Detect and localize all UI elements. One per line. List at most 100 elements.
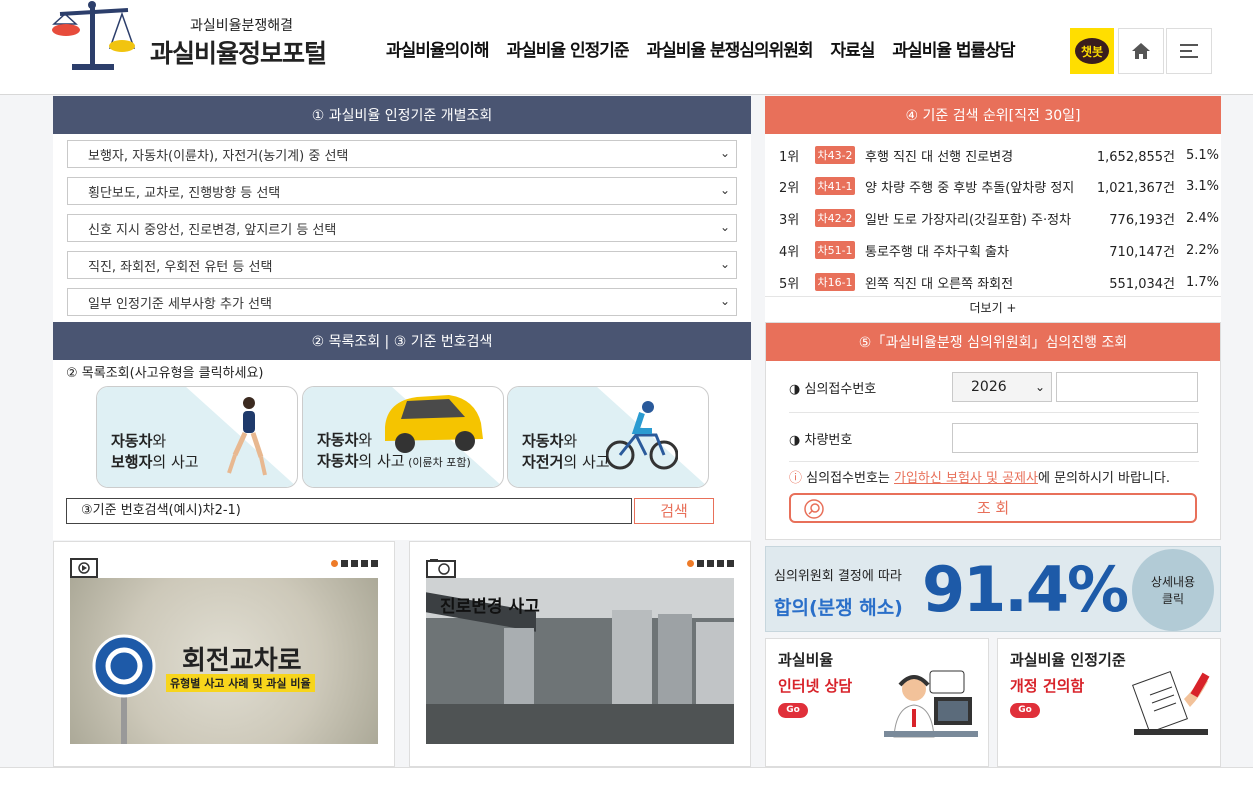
select-party-label: 보행자, 자동차(이륜차), 자전거(농기계) 중 선택 xyxy=(88,148,349,164)
revision-go-button[interactable]: Go xyxy=(1010,703,1040,718)
search-icon xyxy=(804,499,824,519)
ranking-row[interactable]: 4위 차51-1 통로주행 대 주차구획 출차 710,147건 2.2% xyxy=(779,235,1219,265)
consult-line2: 인터넷 상담 xyxy=(778,677,853,695)
consult-go-button[interactable]: Go xyxy=(778,703,808,718)
stats-banner[interactable]: 심의위원회 결정에 따라 합의(분쟁 해소) 91.4% 상세내용 클릭 xyxy=(765,546,1221,632)
rank-number: 3위 xyxy=(779,212,800,228)
internet-consult-box[interactable]: 과실비율 인터넷 상담 Go xyxy=(765,638,989,767)
rank-title: 후행 직진 대 선행 진로변경 xyxy=(865,149,1014,165)
rank-number: 2위 xyxy=(779,180,800,196)
ranking-row[interactable]: 2위 차41-1 양 차량 주행 중 후방 추돌(앞차량 정지 1,021,367건 3… xyxy=(779,171,1219,201)
ranking-row[interactable]: 3위 차42-2 일반 도로 가장자리(갓길포함) 주·정차 776,193건 2.4% xyxy=(779,203,1219,233)
ballot-box-icon xyxy=(1132,671,1210,735)
ranking-row[interactable]: 5위 차16-1 왼쪽 직진 대 오른쪽 좌회전 551,034건 1.7% xyxy=(779,267,1219,297)
criteria-number-input[interactable]: ③기준 번호검색(예시)차2-1) xyxy=(66,498,632,524)
committee-search-button[interactable]: 조 회 xyxy=(789,493,1197,523)
stats-value: 91.4% xyxy=(922,553,1129,626)
video-title-main: 회전교차로 xyxy=(182,646,302,676)
select-location-label: 횡단보도, 교차로, 진행방향 등 선택 xyxy=(88,185,281,201)
rank-title: 양 차량 주행 중 후방 추돌(앞차량 정지 xyxy=(865,180,1075,196)
video-thumbnail[interactable]: 회전교차로 유형별 사고 사례 및 과실 비율 xyxy=(70,578,378,744)
chevron-down-icon: ⌄ xyxy=(719,294,730,308)
video-thumbnail[interactable]: 진로변경 사고 xyxy=(426,578,734,744)
select-detail[interactable]: 일부 인정기준 세부사항 추가 선택 ⌄ xyxy=(67,288,737,316)
rank-code-badge: 차43-2 xyxy=(815,146,855,164)
chatbot-button[interactable]: 챗봇 xyxy=(1070,28,1114,74)
criteria-search-button[interactable]: 검색 xyxy=(634,498,714,524)
hamburger-icon xyxy=(1180,44,1198,58)
rank-count: 1,021,367건 xyxy=(1096,180,1175,196)
stats-line2: 합의(분쟁 해소) xyxy=(774,597,903,619)
runner-icon xyxy=(227,397,267,476)
committee-search-label: 조 회 xyxy=(976,499,1010,517)
rank-percent: 3.1% xyxy=(1185,178,1219,194)
nav-understanding[interactable]: 과실비율의이해 xyxy=(386,36,489,61)
select-detail-label: 일부 인정기준 세부사항 추가 선택 xyxy=(88,296,272,312)
home-button[interactable] xyxy=(1118,28,1164,74)
consult-line1: 과실비율 xyxy=(778,651,834,669)
main-nav: 과실비율의이해 과실비율 인정기준 과실비율 분쟁심의위원회 자료실 과실비율 … xyxy=(386,36,1032,61)
revision-suggestion-box[interactable]: 과실비율 인정기준 개정 건의함 Go xyxy=(997,638,1221,767)
nav-archive[interactable]: 자료실 xyxy=(831,36,876,61)
nav-committee[interactable]: 과실비율 분쟁심의위원회 xyxy=(647,36,814,61)
half-circle-icon: ◑ xyxy=(789,433,801,448)
card-label: 자동차와 보행자의 사고 xyxy=(111,432,199,471)
rank-percent: 1.7% xyxy=(1185,274,1219,290)
year-select[interactable]: 2026 ⌄ xyxy=(952,372,1052,402)
detail-click-label: 클릭 xyxy=(1161,592,1185,606)
rank-count: 710,147건 xyxy=(1109,244,1175,260)
thumbnail-building xyxy=(658,614,692,718)
rank-number: 1위 xyxy=(779,149,800,165)
insurer-link[interactable]: 가입하신 보험사 및 공제사 xyxy=(894,471,1038,486)
rank-percent: 2.2% xyxy=(1185,242,1219,258)
criteria-lookup-panel: ① 과실비율 인정기준 개별조회 보행자, 자동차(이륜차), 자전거(농기계)… xyxy=(53,96,751,322)
cyclist-icon xyxy=(606,401,678,470)
video-title-sub: 유형별 사고 사례 및 과실 비율 xyxy=(166,674,315,692)
card-car-car[interactable]: 자동차와 자동차의 사고 (이륜차 포함) xyxy=(302,386,504,488)
committee-title: ⑤「과실비율분쟁 심의위원회」심의진행 조회 xyxy=(766,323,1220,361)
half-circle-icon: ◑ xyxy=(789,382,801,397)
vehicle-number-text: 차량번호 xyxy=(804,433,853,448)
slider-dots[interactable] xyxy=(687,560,734,567)
menu-button[interactable] xyxy=(1166,28,1212,74)
select-signal[interactable]: 신호 지시 중앙선, 진로변경, 앞지르기 등 선택 ⌄ xyxy=(67,214,737,242)
rank-number: 4위 xyxy=(779,244,800,260)
alert-icon: ⓘ xyxy=(789,471,803,486)
receipt-number-input[interactable] xyxy=(1056,372,1198,402)
slider-dots[interactable] xyxy=(331,560,378,567)
stats-line1: 심의위원회 결정에 따라 xyxy=(774,569,902,584)
stats-detail-button[interactable]: 상세내용 클릭 xyxy=(1132,549,1214,631)
select-signal-label: 신호 지시 중앙선, 진로변경, 앞지르기 등 선택 xyxy=(88,222,337,238)
card-car-pedestrian[interactable]: 자동차와 보행자의 사고 xyxy=(96,386,298,488)
rank-title: 일반 도로 가장자리(갓길포함) 주·정차 xyxy=(865,212,1072,228)
ranking-more-link[interactable]: 더보기 + xyxy=(765,296,1221,318)
select-location[interactable]: 횡단보도, 교차로, 진행방향 등 선택 ⌄ xyxy=(67,177,737,205)
scale-logo-icon[interactable] xyxy=(50,0,136,74)
camera-icon xyxy=(426,559,456,578)
footer-strip xyxy=(0,767,1253,795)
select-direction-label: 직진, 좌회전, 우회전 유턴 등 선택 xyxy=(88,259,273,275)
chevron-down-icon: ⌄ xyxy=(719,257,730,271)
logo-subtitle: 과실비율분쟁해결 xyxy=(190,18,294,34)
rank-number: 5위 xyxy=(779,276,800,292)
nav-legal[interactable]: 과실비율 법률상담 xyxy=(892,36,1015,61)
chevron-down-icon: ⌄ xyxy=(719,183,730,197)
roundabout-sign-icon xyxy=(92,634,156,744)
rank-title: 왼쪽 직진 대 오른쪽 좌회전 xyxy=(865,276,1014,292)
nav-criteria[interactable]: 과실비율 인정기준 xyxy=(506,36,629,61)
card-label: 자동차와 자동차의 사고 (이륜차 포함) xyxy=(317,431,471,470)
ranking-row[interactable]: 1위 차43-2 후행 직진 대 선행 진로변경 1,652,855건 5.1% xyxy=(779,140,1219,170)
receipt-number-text: 심의접수번호 xyxy=(804,382,877,397)
card-car-bicycle[interactable]: 자동차와 자전거의 사고 xyxy=(507,386,709,488)
revision-line1: 과실비율 인정기준 xyxy=(1010,651,1126,669)
select-direction[interactable]: 직진, 좌회전, 우회전 유턴 등 선택 ⌄ xyxy=(67,251,737,279)
site-header: 과실비율분쟁해결 과실비율정보포털 과실비율의이해 과실비율 인정기준 과실비율… xyxy=(0,0,1253,95)
video-panel-lane-change: 진로변경 사고 xyxy=(409,541,751,767)
select-party[interactable]: 보행자, 자동차(이륜차), 자전거(농기계) 중 선택 ⌄ xyxy=(67,140,737,168)
vehicle-number-input[interactable] xyxy=(952,423,1198,453)
rank-count: 1,652,855건 xyxy=(1096,149,1175,165)
logo-title[interactable]: 과실비율정보포털 xyxy=(150,34,327,70)
call-center-icon xyxy=(884,670,978,738)
ranking-title: ④ 기준 검색 순위[직전 30일] xyxy=(765,96,1221,134)
detail-label: 상세내용 xyxy=(1150,575,1196,589)
